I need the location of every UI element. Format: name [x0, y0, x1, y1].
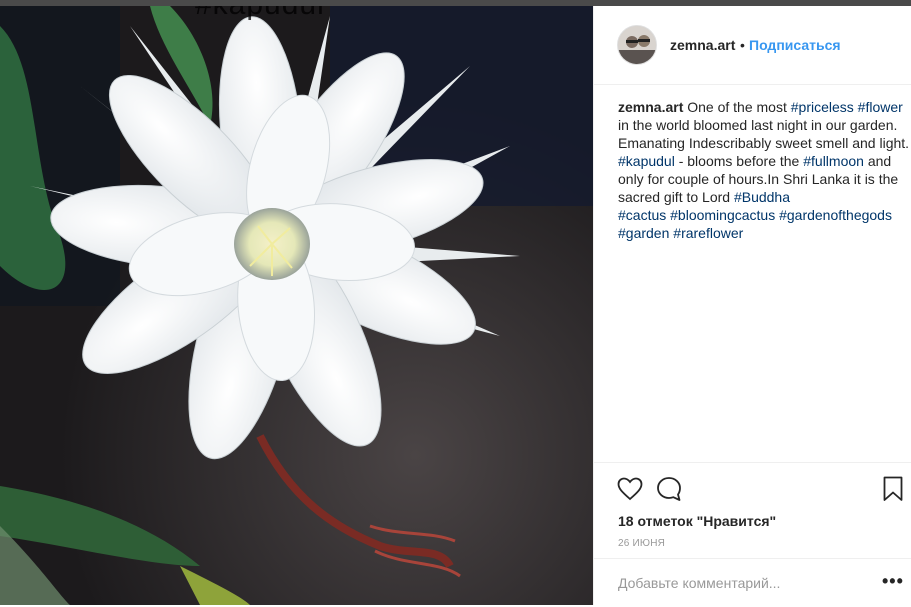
caption-text: in the world bloomed last night in our g…: [618, 117, 910, 151]
heart-icon[interactable]: [617, 477, 643, 506]
comment-input[interactable]: [618, 573, 858, 593]
caption-text: - blooms before the: [674, 153, 804, 169]
hashtag-link[interactable]: #bloomingcactus: [670, 207, 775, 223]
follow-button[interactable]: Подписаться: [749, 37, 841, 53]
hashtag-link[interactable]: #garden: [618, 225, 669, 241]
hashtag-link[interactable]: #flower: [858, 99, 903, 115]
separator-dot: •: [740, 37, 745, 53]
image-overlay-text: #kapudul: [195, 6, 325, 22]
post-actions: 18 отметок "Нравится" 26 июня •••: [594, 462, 911, 606]
post-header: zemna.art • Подписаться: [594, 6, 911, 85]
post-caption: zemna.art One of the most #priceless #fl…: [618, 98, 910, 242]
post-photo[interactable]: #kapudul: [0, 6, 593, 605]
hashtag-link[interactable]: #rareflower: [673, 225, 743, 241]
hashtag-link[interactable]: #kapudul: [618, 153, 675, 169]
hashtag-link[interactable]: #Buddha: [734, 189, 790, 205]
post-side-panel: zemna.art • Подписаться zemna.art One of…: [593, 6, 911, 605]
avatar[interactable]: [617, 25, 657, 65]
cactus-flower-image: [0, 6, 593, 605]
hashtag-link[interactable]: #cactus: [618, 207, 666, 223]
bookmark-icon[interactable]: [883, 476, 903, 507]
add-comment-bar: •••: [594, 558, 911, 607]
hashtag-link[interactable]: #gardenofthegods: [779, 207, 892, 223]
likes-count[interactable]: 18 отметок "Нравится": [618, 513, 776, 529]
caption-text: One of the most: [683, 99, 791, 115]
hashtag-link[interactable]: #priceless: [791, 99, 854, 115]
post-date[interactable]: 26 июня: [618, 538, 665, 549]
comment-bubble-icon[interactable]: [656, 476, 682, 507]
avatar-image-icon: [618, 26, 656, 64]
caption-username[interactable]: zemna.art: [618, 99, 683, 115]
caption-body: One of the most #priceless #flower in th…: [618, 99, 909, 241]
hashtag-link[interactable]: #fullmoon: [803, 153, 864, 169]
more-options-button[interactable]: •••: [882, 571, 904, 592]
header-username[interactable]: zemna.art: [670, 37, 735, 53]
